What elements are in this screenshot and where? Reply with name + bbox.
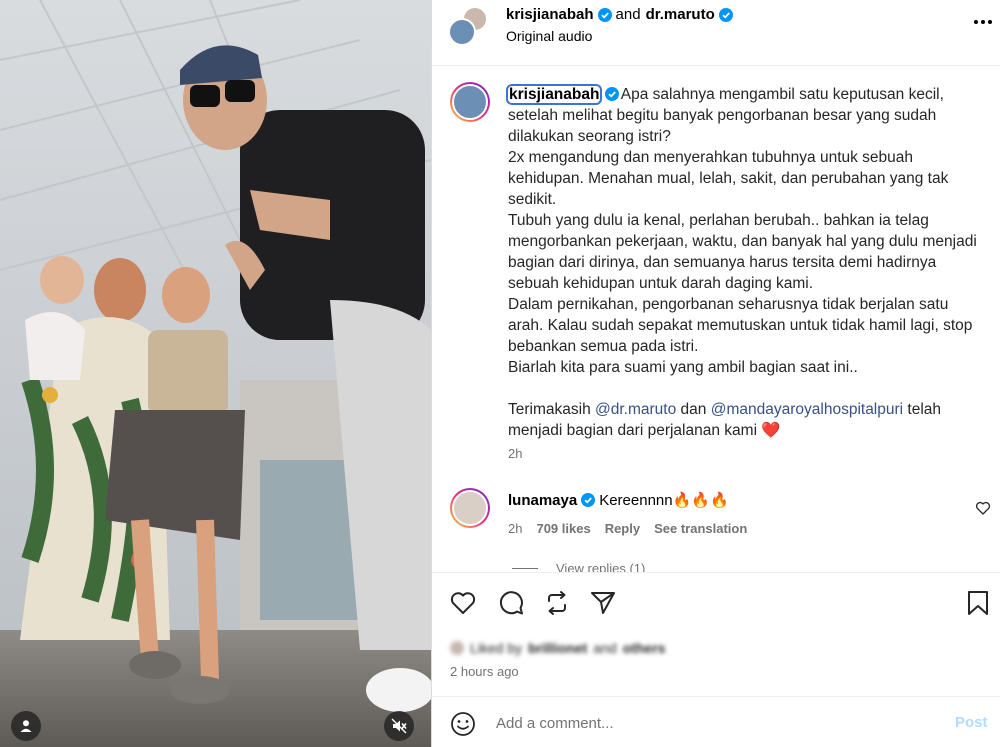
tagged-users-button[interactable] — [11, 711, 41, 741]
post-button[interactable]: Post — [955, 714, 988, 731]
commenter-avatar[interactable] — [450, 488, 490, 528]
add-comment-bar: Post — [432, 696, 1000, 747]
liked-by-and: and — [593, 640, 617, 656]
heart-icon[interactable] — [449, 589, 477, 617]
audio-link[interactable]: Original audio — [506, 28, 592, 44]
caption-line: Dalam pernikahan, pengorbanan seharusnya… — [508, 296, 973, 355]
comment-meta: 2h 709 likes Reply See translation — [508, 521, 747, 536]
speaker-muted-icon — [391, 718, 407, 734]
commenter-username[interactable]: lunamaya — [508, 492, 577, 509]
caption-line: Biarlah kita para suami yang ambil bagia… — [508, 359, 858, 376]
liked-by-others[interactable]: others — [623, 640, 666, 656]
heart-icon[interactable] — [975, 500, 991, 516]
post-caption: krisjianabah Apa salahnya mengambil satu… — [505, 84, 978, 441]
caption-username[interactable]: krisjianabah — [505, 84, 603, 105]
thanks-mid: dan — [680, 401, 707, 418]
author-username[interactable]: krisjianabah — [506, 6, 594, 23]
caption-timestamp[interactable]: 2h — [508, 446, 522, 461]
bookmark-icon[interactable] — [964, 589, 992, 617]
post-media[interactable] — [0, 0, 431, 747]
see-translation-button[interactable]: See translation — [654, 521, 747, 536]
comment-likes[interactable]: 709 likes — [536, 521, 590, 536]
liked-by[interactable]: Liked by brillionet and others — [450, 640, 665, 656]
mention-link[interactable]: @dr.maruto — [595, 401, 676, 418]
mention-link[interactable]: @mandayaroyalhospitalpuri — [711, 401, 903, 418]
liked-by-prefix: Liked by — [470, 640, 523, 656]
coauthor-username[interactable]: dr.maruto — [646, 6, 715, 23]
post-timestamp[interactable]: 2 hours ago — [450, 664, 519, 679]
comment-icon[interactable] — [497, 589, 525, 617]
caption-first-paragraph: krisjianabah Apa salahnya mengambil satu… — [505, 84, 978, 147]
mute-button[interactable] — [384, 711, 414, 741]
share-icon[interactable] — [589, 589, 617, 617]
replies-divider — [512, 568, 538, 569]
caption-thanks: Terimakasih @dr.maruto dan @mandayaroyal… — [508, 399, 978, 441]
user-icon — [20, 720, 32, 732]
caption-line: 2x mengandung dan menyerahkan tubuhnya u… — [508, 149, 949, 208]
post-details-panel: krisjianabah and dr.maruto Original audi… — [431, 0, 1000, 747]
verified-badge-icon — [597, 7, 612, 22]
comment-time[interactable]: 2h — [508, 521, 522, 536]
post-photo — [0, 0, 431, 747]
verified-badge-icon — [718, 7, 733, 22]
post-authors: krisjianabah and dr.maruto — [506, 6, 737, 23]
author-avatar[interactable] — [448, 18, 476, 46]
reply-button[interactable]: Reply — [605, 521, 640, 536]
comment-input[interactable] — [496, 711, 936, 735]
comment: lunamaya Kereennnn🔥🔥🔥 — [508, 491, 729, 510]
repost-icon[interactable] — [543, 589, 571, 617]
post-actions: Liked by brillionet and others 2 hours a… — [432, 572, 1000, 696]
comment-text: Kereennnn🔥🔥🔥 — [599, 492, 729, 509]
post-header: krisjianabah and dr.maruto Original audi… — [432, 0, 1000, 66]
verified-badge-icon — [581, 493, 596, 507]
thanks-prefix: Terimakasih — [508, 401, 591, 418]
more-horizontal-icon[interactable] — [972, 12, 994, 32]
coauthor-avatars[interactable] — [448, 6, 488, 46]
caption-author-avatar[interactable] — [450, 82, 490, 122]
liked-by-user[interactable]: brillionet — [528, 640, 587, 656]
liker-avatar — [450, 641, 464, 655]
verified-badge-icon — [604, 87, 619, 101]
and-text: and — [615, 6, 641, 23]
caption-line: Tubuh yang dulu ia kenal, perlahan berub… — [508, 212, 977, 292]
emoji-icon[interactable] — [450, 711, 476, 737]
